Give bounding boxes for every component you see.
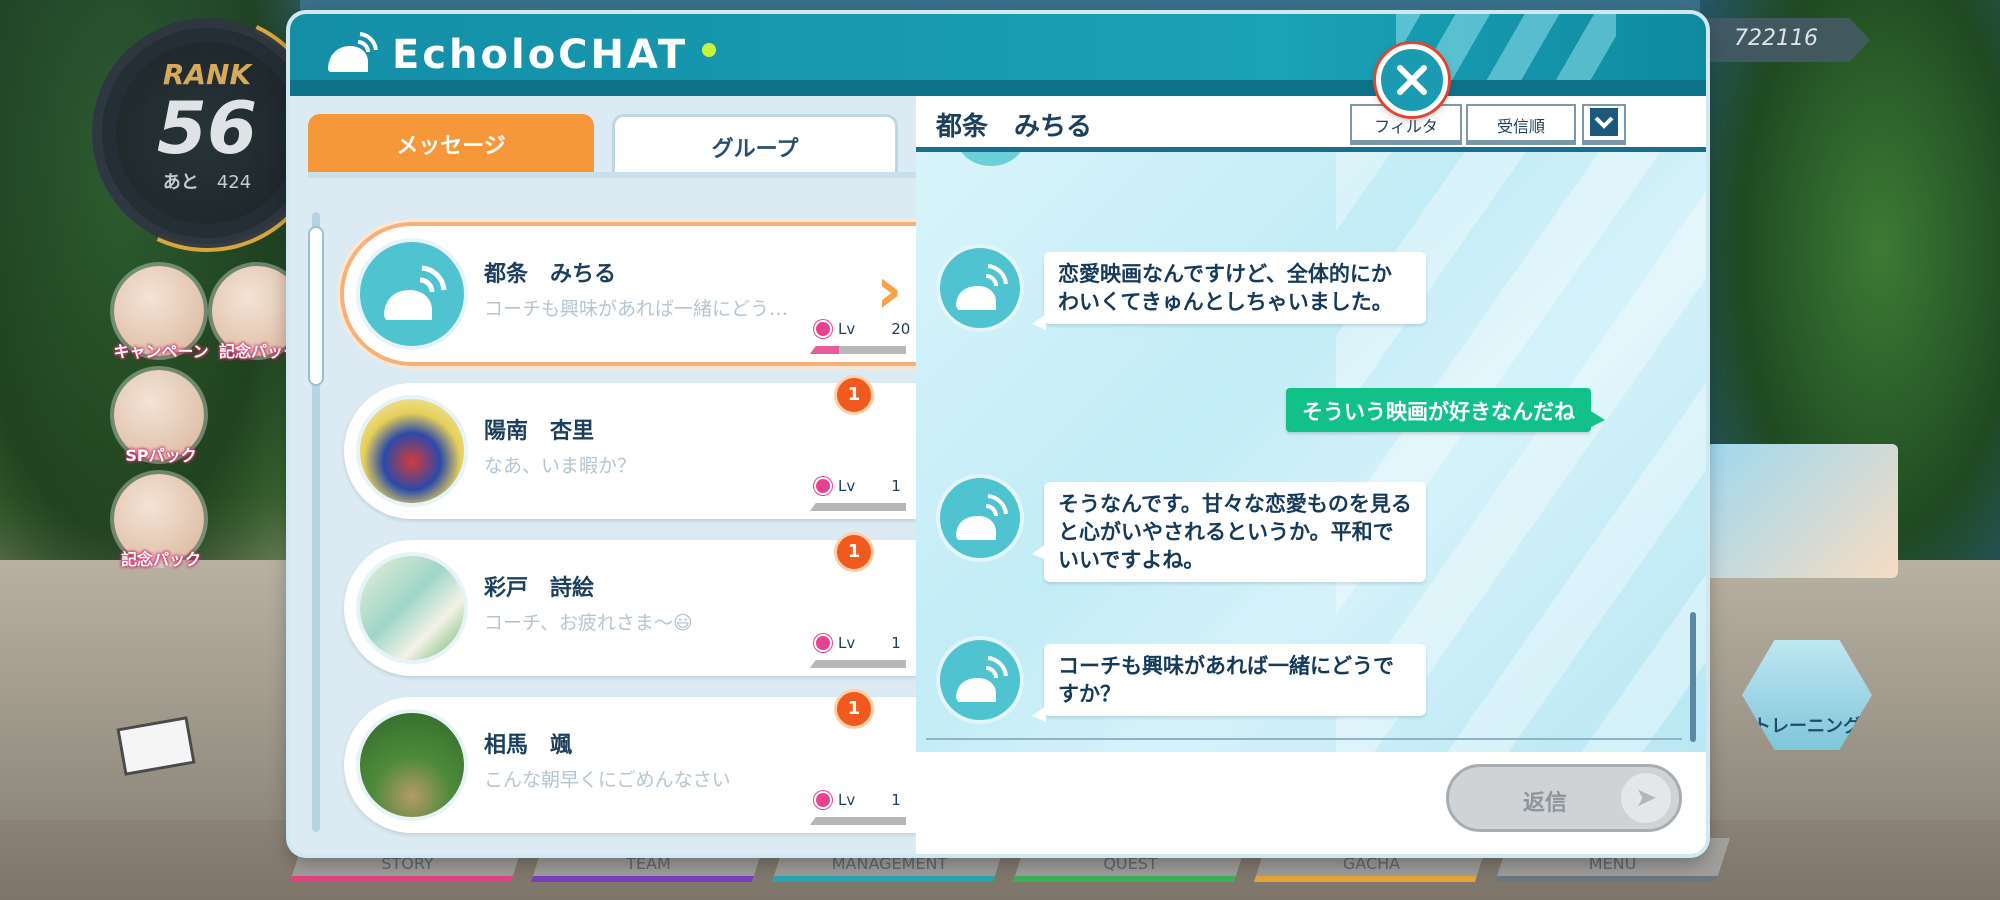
level-bar [810, 503, 906, 511]
conversation-footer: 返信 ➤ [916, 752, 1706, 854]
tab-messages[interactable]: メッセージ [308, 114, 594, 172]
currency-display: 722116 [1700, 18, 1870, 62]
tab-bar: メッセージ グループ [308, 114, 916, 178]
campaign-button[interactable]: キャンペーン [113, 266, 209, 361]
whale-avatar-icon [356, 238, 468, 350]
heart-icon [814, 477, 832, 495]
level-value: 1 [891, 791, 901, 809]
level-value: 1 [891, 634, 901, 652]
contact-name: 相馬 颯 [484, 733, 573, 758]
contact-item-soma-hayate[interactable]: 相馬 颯 こんな朝早くにごめんなさい Lv 1 1 [344, 689, 916, 833]
rank-next-value: 424 [216, 172, 252, 193]
contact-level: Lv 1 [814, 634, 901, 652]
conversation-panel: 都条 みちる フィルタ 受信順 恋愛映画なんですけど、全体的にかわいくてきゅんと… [916, 96, 1706, 854]
level-label: Lv [838, 320, 856, 338]
tab-underline [308, 172, 916, 178]
sp-pack-button[interactable]: SPパック [114, 370, 204, 465]
level-bar [810, 660, 906, 668]
chevron-right-icon: › [876, 254, 903, 328]
chevron-down-icon [1590, 108, 1618, 136]
reply-button-label: 返信 [1523, 791, 1568, 816]
unread-badge: 1 [834, 375, 874, 415]
level-label: Lv [838, 634, 856, 652]
heart-icon [814, 791, 832, 809]
send-arrow-icon: ➤ [1621, 773, 1671, 823]
level-value: 1 [891, 477, 901, 495]
level-label: Lv [838, 477, 856, 495]
rank-next-label: あと [162, 172, 199, 193]
sp-pack-button-label: SPパック [125, 446, 197, 465]
whale-avatar-icon [936, 474, 1024, 562]
sort-order-button[interactable]: 受信順 [1466, 104, 1576, 142]
contact-preview: コーチも興味があれば一緒にどう… [484, 298, 789, 320]
contact-preview: コーチ、お疲れさま〜😃 [484, 612, 693, 634]
contact-item-tojo-michiru[interactable]: 都条 みちる コーチも興味があれば一緒にどう… Lv 20 › [344, 226, 916, 362]
memorial-pack-button-2[interactable]: 記念パック [114, 474, 204, 569]
chips-avatar-icon [356, 395, 468, 507]
reply-button[interactable]: 返信 ➤ [1446, 764, 1682, 832]
tab-groups[interactable]: グループ [612, 114, 898, 172]
contact-name: 都条 みちる [484, 262, 617, 287]
thread-divider [926, 738, 1682, 740]
heart-icon [814, 634, 832, 652]
contact-preview: こんな朝早くにごめんなさい [484, 769, 731, 791]
contact-item-ayado-shie[interactable]: 彩戸 詩絵 コーチ、お疲れさま〜😃 Lv 1 1 [344, 532, 916, 676]
whale-avatar-icon [956, 152, 1026, 166]
event-banner[interactable] [1706, 444, 1898, 578]
rank-next: あと 424 [102, 168, 312, 194]
level-bar [810, 346, 906, 354]
contact-level: Lv 1 [814, 477, 901, 495]
level-bar [810, 817, 906, 825]
forest-avatar-icon [356, 709, 468, 821]
contact-scroll-thumb[interactable] [308, 226, 324, 386]
rank-gauge: RANK 56 あと 424 [92, 18, 322, 248]
contact-level: Lv 1 [814, 791, 901, 809]
campaign-button-label: キャンペーン [113, 342, 209, 361]
my-message-bubble: そういう映画が好きなんだね [1286, 388, 1605, 432]
level-label: Lv [838, 791, 856, 809]
rank-value: 56 [156, 86, 258, 170]
thread-scrollbar[interactable] [1690, 612, 1696, 742]
memorial-pack-button[interactable]: 記念パック [212, 266, 302, 361]
close-button[interactable] [1376, 44, 1448, 116]
contact-preview: なあ、いま暇か？ [484, 455, 637, 477]
heart-icon [814, 320, 832, 338]
unread-badge: 1 [834, 532, 874, 572]
modal-header: EcholoCHAT [290, 14, 1706, 96]
contact-list-panel: メッセージ グループ 都条 みちる コーチも興味があれば一緒にどう… Lv 20 [290, 96, 916, 854]
unread-badge: 1 [834, 689, 874, 729]
whale-logo-icon [324, 32, 378, 78]
whale-avatar-icon [936, 244, 1024, 332]
app-title: EcholoCHAT [392, 32, 689, 78]
memorial-pack-button-2-label: 記念パック [120, 550, 201, 569]
message-bubble: 恋愛映画なんですけど、全体的にかわいくてきゅんとしちゃいました。 [1032, 252, 1426, 330]
conversation-header: 都条 みちる フィルタ 受信順 [916, 96, 1706, 152]
message-bubble: コーチも興味があれば一緒にどうですか？ [1032, 644, 1426, 722]
contact-name: 陽南 杏里 [484, 419, 595, 444]
contact-item-hinami-anri[interactable]: 陽南 杏里 なあ、いま暇か？ Lv 1 1 [344, 375, 916, 519]
conversation-title: 都条 みちる [936, 112, 1093, 142]
whale-avatar-icon [936, 636, 1024, 724]
flowers-avatar-icon [356, 552, 468, 664]
message-thread[interactable]: 恋愛映画なんですけど、全体的にかわいくてきゅんとしちゃいました。 そういう映画が… [916, 152, 1706, 752]
sort-dropdown-button[interactable] [1582, 104, 1626, 142]
message-bubble: そうなんです。甘々な恋愛ものを見ると心がいやされるというか。平和でいいですよね。 [1032, 482, 1426, 582]
brand: EcholoCHAT [324, 26, 717, 84]
close-icon [1397, 65, 1427, 95]
echolochat-modal: EcholoCHAT メッセージ グループ 都条 みちる コーチも興味があれば一… [290, 14, 1706, 854]
contact-name: 彩戸 詩絵 [484, 576, 595, 601]
brand-dot [702, 43, 717, 57]
